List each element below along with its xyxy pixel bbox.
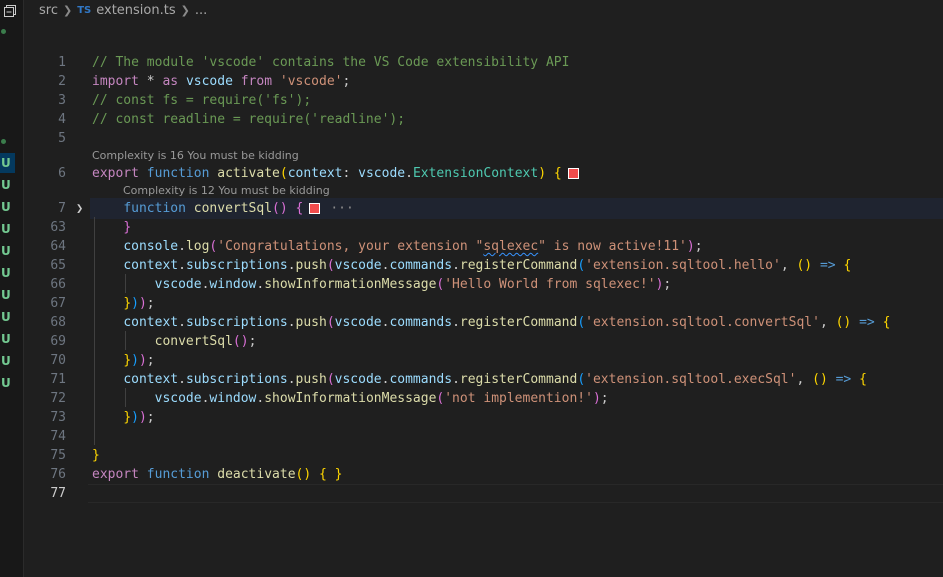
scm-untracked-badge[interactable]: U bbox=[0, 219, 15, 239]
scm-untracked-badge[interactable]: U bbox=[0, 351, 15, 371]
line-number: 69 bbox=[50, 334, 66, 349]
explorer-strip: U U U U U U U U U U U bbox=[0, 0, 24, 577]
line-number: 74 bbox=[50, 429, 66, 444]
code-editor[interactable]: 1 2 3 4 5 6 7 63 64 65 66 67 68 69 70 71… bbox=[24, 24, 943, 577]
breadcrumb: src ❯ TS extension.ts ❯ ... bbox=[24, 0, 943, 20]
line-number: 68 bbox=[50, 315, 66, 330]
code-line: } bbox=[92, 448, 100, 463]
line-number: 6 bbox=[58, 166, 66, 181]
code-line: context.subscriptions.push(vscode.comman… bbox=[123, 372, 867, 387]
scm-untracked-badge[interactable]: U bbox=[0, 175, 15, 195]
scm-untracked-badge[interactable]: U bbox=[0, 285, 15, 305]
code-line: export function activate(context: vscode… bbox=[92, 164, 579, 183]
code-line: import * as vscode from 'vscode'; bbox=[92, 74, 351, 89]
code-line: })); bbox=[123, 410, 155, 425]
typescript-file-icon: TS bbox=[77, 4, 92, 16]
scm-untracked-badge[interactable]: U bbox=[0, 153, 15, 173]
code-line: context.subscriptions.push(vscode.comman… bbox=[123, 315, 891, 330]
line-number: 77 bbox=[50, 486, 66, 501]
code-line: // The module 'vscode' contains the VS C… bbox=[92, 55, 570, 70]
code-line: })); bbox=[123, 353, 155, 368]
line-number: 1 bbox=[58, 55, 66, 70]
line-number: 67 bbox=[50, 296, 66, 311]
code-line: // const readline = require('readline'); bbox=[92, 112, 406, 127]
breakpoint-marker-icon bbox=[309, 203, 321, 214]
line-number: 7 bbox=[58, 201, 66, 216]
scm-untracked-badge[interactable]: U bbox=[0, 241, 15, 261]
status-dot-icon bbox=[1, 139, 6, 144]
code-line: vscode.window.showInformationMessage('He… bbox=[154, 277, 672, 292]
codelens-complexity[interactable]: Complexity is 12 You must be kidding bbox=[123, 183, 330, 199]
line-number: 76 bbox=[50, 467, 66, 482]
code-line: // const fs = require('fs'); bbox=[92, 93, 312, 108]
chevron-right-icon: ❯ bbox=[62, 3, 73, 17]
line-number: 4 bbox=[58, 112, 66, 127]
breadcrumb-symbols[interactable]: ... bbox=[195, 3, 207, 18]
breadcrumb-file[interactable]: extension.ts bbox=[96, 3, 175, 18]
scm-untracked-badge[interactable]: U bbox=[0, 329, 15, 349]
breakpoint-marker-icon bbox=[567, 168, 579, 179]
code-line: })); bbox=[123, 296, 155, 311]
line-number: 66 bbox=[50, 277, 66, 292]
chevron-right-icon: ❯ bbox=[180, 3, 190, 17]
status-dot-icon bbox=[1, 29, 6, 34]
fold-expand-icon[interactable]: ❯ bbox=[76, 199, 86, 218]
line-number: 70 bbox=[50, 353, 66, 368]
collapse-all-icon[interactable] bbox=[3, 3, 17, 17]
code-line: export function deactivate() { } bbox=[92, 467, 343, 482]
line-number: 73 bbox=[50, 410, 66, 425]
line-number: 3 bbox=[58, 93, 66, 108]
line-number: 64 bbox=[50, 239, 66, 254]
line-number: 71 bbox=[50, 372, 66, 387]
codelens-complexity[interactable]: Complexity is 16 You must be kidding bbox=[92, 148, 299, 164]
code-line: convertSql(); bbox=[154, 334, 257, 349]
scm-untracked-badge[interactable]: U bbox=[0, 307, 15, 327]
code-line: console.log('Congratulations, your exten… bbox=[123, 239, 703, 254]
code-line: vscode.window.showInformationMessage('no… bbox=[154, 391, 609, 406]
line-number: 65 bbox=[50, 258, 66, 273]
code-line: context.subscriptions.push(vscode.comman… bbox=[123, 258, 852, 273]
folded-region-ellipsis[interactable]: ··· bbox=[330, 201, 353, 216]
line-number: 72 bbox=[50, 391, 66, 406]
line-number: 5 bbox=[58, 131, 66, 146]
code-line: function convertSql() {··· bbox=[123, 201, 354, 216]
scm-untracked-badge[interactable]: U bbox=[0, 373, 15, 393]
code-line: } bbox=[123, 220, 132, 235]
breadcrumb-folder[interactable]: src bbox=[39, 3, 58, 18]
line-number: 75 bbox=[50, 448, 66, 463]
scm-untracked-badge[interactable]: U bbox=[0, 197, 15, 217]
cursor-line-border bbox=[88, 484, 943, 503]
line-number: 63 bbox=[50, 220, 66, 235]
line-number: 2 bbox=[58, 74, 66, 89]
scm-untracked-badge[interactable]: U bbox=[0, 263, 15, 283]
